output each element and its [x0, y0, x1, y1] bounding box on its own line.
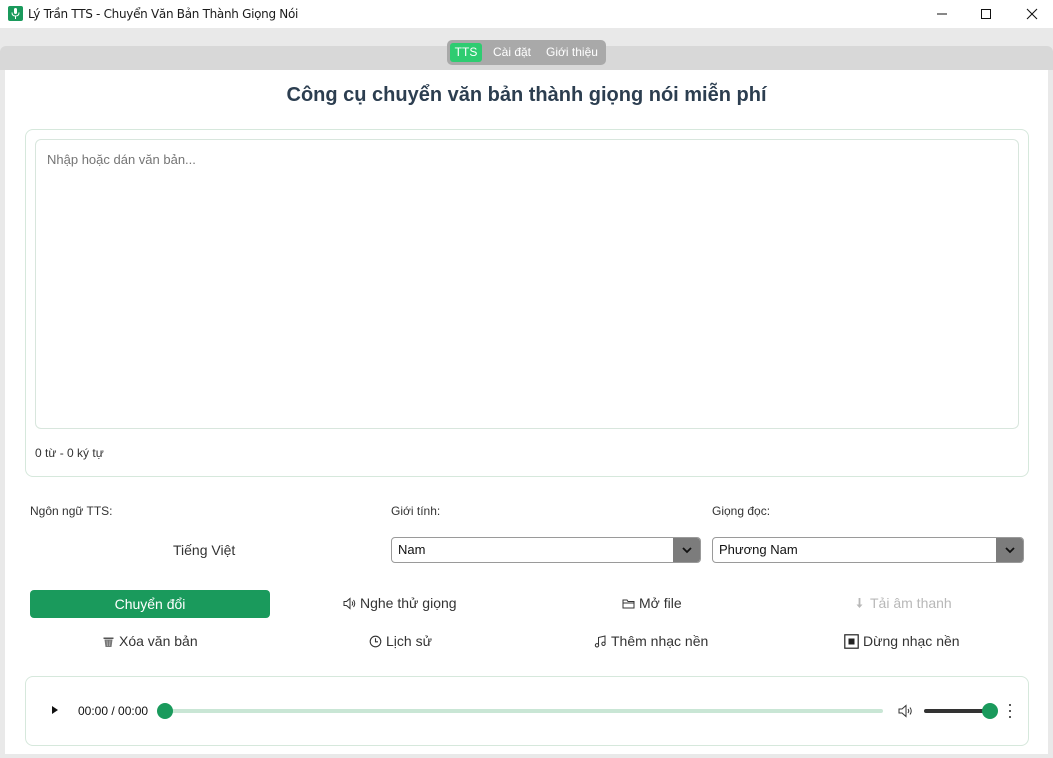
speaker-icon: [343, 596, 356, 610]
clear-text-label: Xóa văn bản: [119, 633, 198, 649]
minimize-button[interactable]: [919, 0, 965, 28]
gender-select[interactable]: Nam: [391, 537, 701, 563]
voice-select-value: Phương Nam: [719, 542, 798, 557]
more-icon[interactable]: [1008, 704, 1012, 718]
close-button[interactable]: [1009, 0, 1053, 28]
tab-about[interactable]: Giới thiệu: [541, 43, 603, 62]
stop-music-button[interactable]: Dừng nhạc nền: [844, 633, 960, 649]
tab-tts[interactable]: TTS: [450, 43, 482, 62]
progress-track[interactable]: [165, 709, 883, 713]
download-audio-label: Tải âm thanh: [870, 595, 952, 611]
text-input[interactable]: [35, 139, 1019, 429]
clear-text-button[interactable]: Xóa văn bản: [102, 633, 198, 649]
chevron-down-icon: [996, 538, 1023, 562]
play-icon[interactable]: [52, 706, 58, 714]
maximize-button[interactable]: [963, 0, 1009, 28]
music-note-icon: [594, 634, 606, 648]
volume-thumb[interactable]: [982, 703, 998, 719]
language-value: Tiếng Việt: [173, 542, 236, 558]
tab-bar: TTS Cài đặt Giới thiệu: [447, 40, 606, 65]
player-time: 00:00 / 00:00: [78, 704, 149, 718]
add-music-button[interactable]: Thêm nhạc nền: [594, 633, 708, 649]
tab-settings[interactable]: Cài đặt: [487, 43, 537, 62]
gender-label: Giới tính:: [391, 504, 441, 518]
minimize-icon: [937, 13, 947, 15]
clock-icon: [369, 635, 382, 647]
window-title: Lý Trần TTS - Chuyển Văn Bản Thành Giọng…: [28, 7, 299, 21]
maximize-icon: [981, 9, 991, 19]
add-music-label: Thêm nhạc nền: [611, 633, 709, 649]
folder-icon: [622, 599, 635, 608]
title-bar: Lý Trần TTS - Chuyển Văn Bản Thành Giọng…: [0, 0, 1053, 28]
progress-thumb[interactable]: [157, 703, 173, 719]
voice-select[interactable]: Phương Nam: [712, 537, 1024, 563]
download-icon: [856, 597, 863, 608]
open-file-label: Mở file: [639, 595, 682, 611]
preview-voice-button[interactable]: Nghe thử giọng: [343, 595, 457, 611]
word-char-counter: 0 từ - 0 ký tự: [35, 446, 104, 460]
volume-track[interactable]: [924, 709, 990, 713]
volume-icon[interactable]: [898, 704, 914, 718]
trash-icon: [103, 637, 114, 647]
history-button[interactable]: Lịch sử: [369, 633, 432, 649]
stop-music-label: Dừng nhạc nền: [863, 633, 960, 649]
preview-voice-label: Nghe thử giọng: [360, 595, 457, 611]
close-icon: [1026, 8, 1038, 20]
page-title: Công cụ chuyển văn bản thành giọng nói m…: [286, 84, 767, 106]
stop-icon: [844, 633, 859, 649]
voice-label: Giọng đọc:: [712, 504, 771, 518]
microphone-icon: [8, 6, 23, 21]
language-label: Ngôn ngữ TTS:: [30, 504, 113, 518]
chevron-down-icon: [673, 538, 700, 562]
open-file-button[interactable]: Mở file: [622, 595, 682, 611]
gender-select-value: Nam: [398, 542, 426, 557]
download-audio-button[interactable]: Tải âm thanh: [853, 595, 952, 611]
convert-button[interactable]: Chuyển đổi: [30, 590, 270, 618]
history-label: Lịch sử: [386, 633, 432, 649]
